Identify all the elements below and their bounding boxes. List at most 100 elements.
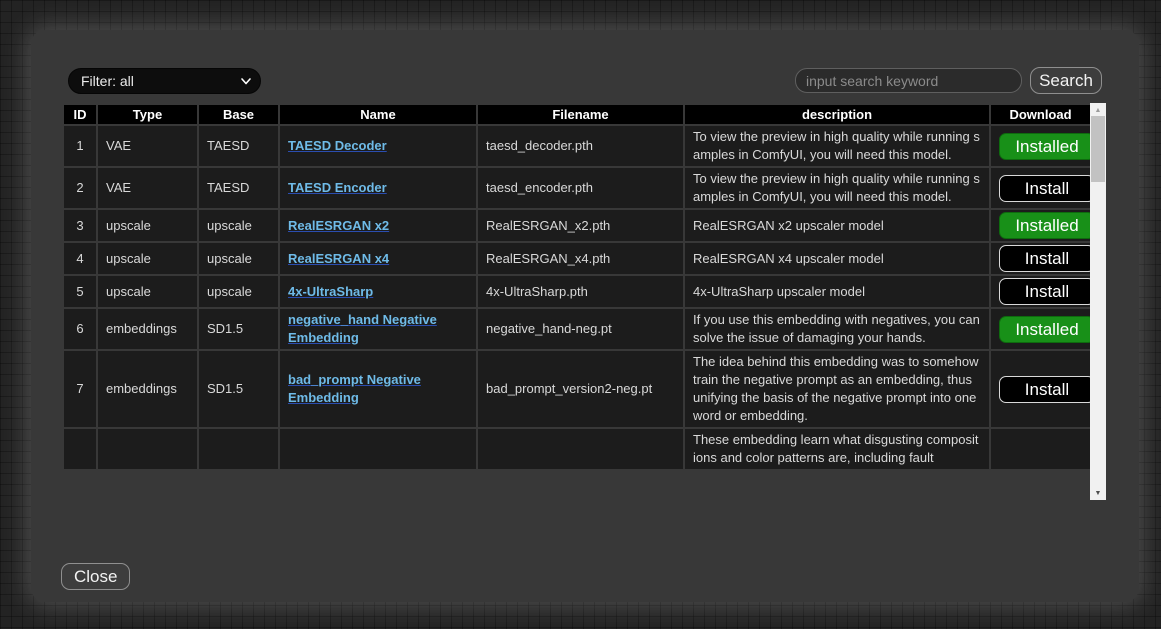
- cell-name: RealESRGAN x2: [279, 209, 477, 242]
- cell-base: upscale: [198, 209, 279, 242]
- installed-button[interactable]: Installed: [999, 316, 1090, 343]
- cell-download: [990, 428, 1090, 470]
- cell-description: These embedding learn what disgusting co…: [684, 428, 990, 470]
- scrollbar-down-arrow-icon[interactable]: ▼: [1090, 486, 1106, 500]
- model-name-link[interactable]: RealESRGAN x2: [288, 218, 389, 233]
- cell-download: Installed: [990, 125, 1090, 167]
- model-name-link[interactable]: TAESD Encoder: [288, 180, 387, 195]
- cell-filename: [477, 428, 684, 470]
- close-button[interactable]: Close: [61, 563, 130, 590]
- column-header-name: Name: [279, 104, 477, 125]
- cell-type: embeddings: [97, 350, 198, 428]
- model-name-link[interactable]: RealESRGAN x4: [288, 251, 389, 266]
- column-header-description: description: [684, 104, 990, 125]
- cell-download: Install: [990, 275, 1090, 308]
- search-input[interactable]: [795, 68, 1022, 93]
- column-header-base: Base: [198, 104, 279, 125]
- cell-download: Installed: [990, 308, 1090, 350]
- installed-button[interactable]: Installed: [999, 212, 1090, 239]
- cell-description: RealESRGAN x4 upscaler model: [684, 242, 990, 275]
- cell-base: upscale: [198, 275, 279, 308]
- cell-base: SD1.5: [198, 350, 279, 428]
- cell-type: embeddings: [97, 308, 198, 350]
- cell-type: VAE: [97, 125, 198, 167]
- cell-base: SD1.5: [198, 308, 279, 350]
- cell-id: [63, 428, 97, 470]
- cell-type: VAE: [97, 167, 198, 209]
- cell-filename: taesd_decoder.pth: [477, 125, 684, 167]
- model-name-link[interactable]: bad_prompt Negative Embedding: [288, 372, 421, 405]
- column-header-id: ID: [63, 104, 97, 125]
- table-row: 6embeddingsSD1.5 negative_hand Negative E…: [63, 308, 1090, 350]
- cell-description: To view the preview in high quality whil…: [684, 167, 990, 209]
- cell-download: Install: [990, 350, 1090, 428]
- table-row: These embedding learn what disgusting co…: [63, 428, 1090, 470]
- cell-name: TAESD Encoder: [279, 167, 477, 209]
- cell-name: negative_hand Negative Embedding: [279, 308, 477, 350]
- column-header-filename: Filename: [477, 104, 684, 125]
- models-table-grid: IDTypeBaseNameFilenamedescriptionDownloa…: [62, 103, 1090, 471]
- column-header-download: Download: [990, 104, 1090, 125]
- table-scrollbar[interactable]: ▲ ▼: [1090, 103, 1106, 500]
- scrollbar-up-arrow-icon[interactable]: ▲: [1090, 103, 1106, 117]
- installed-button[interactable]: Installed: [999, 133, 1090, 160]
- table-row: 3upscaleupscaleRealESRGAN x2RealESRGAN_x…: [63, 209, 1090, 242]
- cell-id: 2: [63, 167, 97, 209]
- cell-type: upscale: [97, 209, 198, 242]
- cell-download: Install: [990, 242, 1090, 275]
- cell-name: TAESD Decoder: [279, 125, 477, 167]
- table-row: 4upscaleupscaleRealESRGAN x4RealESRGAN_x…: [63, 242, 1090, 275]
- cell-id: 6: [63, 308, 97, 350]
- model-name-link[interactable]: negative_hand Negative Embedding: [288, 312, 437, 345]
- filter-select[interactable]: Filter: all: [68, 68, 261, 94]
- table-row: 1VAETAESD TAESD Decoder taesd_decoder.pthT…: [63, 125, 1090, 167]
- cell-type: [97, 428, 198, 470]
- cell-name: 4x-UltraSharp: [279, 275, 477, 308]
- cell-description: The idea behind this embedding was to so…: [684, 350, 990, 428]
- table-row: 2VAETAESD TAESD Encoder taesd_encoder.pthT…: [63, 167, 1090, 209]
- cell-filename: RealESRGAN_x4.pth: [477, 242, 684, 275]
- search-button[interactable]: Search: [1030, 67, 1102, 94]
- cell-description: RealESRGAN x2 upscaler model: [684, 209, 990, 242]
- cell-type: upscale: [97, 242, 198, 275]
- cell-id: 7: [63, 350, 97, 428]
- cell-name: [279, 428, 477, 470]
- cell-id: 1: [63, 125, 97, 167]
- cell-id: 3: [63, 209, 97, 242]
- cell-type: upscale: [97, 275, 198, 308]
- cell-name: RealESRGAN x4: [279, 242, 477, 275]
- table-row: 7embeddingsSD1.5 bad_prompt Negative Embe…: [63, 350, 1090, 428]
- table-header: IDTypeBaseNameFilenamedescriptionDownloa…: [63, 104, 1090, 125]
- cell-description: 4x-UltraSharp upscaler model: [684, 275, 990, 308]
- filter-select-wrap: Filter: all: [68, 68, 261, 94]
- cell-description: To view the preview in high quality whil…: [684, 125, 990, 167]
- cell-filename: RealESRGAN_x2.pth: [477, 209, 684, 242]
- cell-base: upscale: [198, 242, 279, 275]
- cell-filename: 4x-UltraSharp.pth: [477, 275, 684, 308]
- cell-name: bad_prompt Negative Embedding: [279, 350, 477, 428]
- cell-id: 4: [63, 242, 97, 275]
- install-button[interactable]: Install: [999, 245, 1090, 272]
- cell-base: [198, 428, 279, 470]
- install-button[interactable]: Install: [999, 278, 1090, 305]
- column-header-type: Type: [97, 104, 198, 125]
- model-name-link[interactable]: 4x-UltraSharp: [288, 284, 373, 299]
- install-button[interactable]: Install: [999, 376, 1090, 403]
- install-models-dialog: Filter: all Search IDTypeBaseNameFilenam…: [31, 30, 1139, 602]
- cell-filename: negative_hand-neg.pt: [477, 308, 684, 350]
- cell-description: If you use this embedding with negatives…: [684, 308, 990, 350]
- cell-id: 5: [63, 275, 97, 308]
- cell-base: TAESD: [198, 125, 279, 167]
- cell-base: TAESD: [198, 167, 279, 209]
- install-button[interactable]: Install: [999, 175, 1090, 202]
- cell-filename: taesd_encoder.pth: [477, 167, 684, 209]
- cell-download: Install: [990, 167, 1090, 209]
- table-row: 5upscaleupscale4x-UltraSharp4x-UltraShar…: [63, 275, 1090, 308]
- scrollbar-thumb[interactable]: [1091, 116, 1105, 182]
- cell-filename: bad_prompt_version2-neg.pt: [477, 350, 684, 428]
- cell-download: Installed: [990, 209, 1090, 242]
- table-body: 1VAETAESDTAESD Decodertaesd_decoder.pthT…: [63, 125, 1090, 470]
- model-name-link[interactable]: TAESD Decoder: [288, 138, 387, 153]
- models-table: IDTypeBaseNameFilenamedescriptionDownloa…: [62, 103, 1090, 500]
- table-header-row: IDTypeBaseNameFilenamedescriptionDownloa…: [63, 104, 1090, 125]
